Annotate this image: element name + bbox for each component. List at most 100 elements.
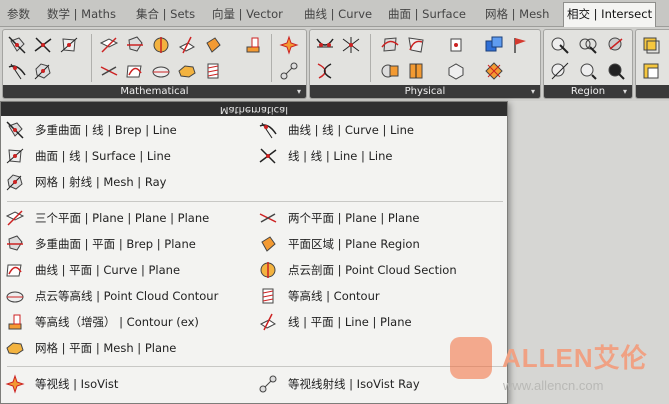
menu-item-label: 曲线 | 平面 | Curve | Plane [35,263,181,277]
plane-region-icon [261,236,276,252]
curve-curve-icon[interactable] [315,35,335,55]
curve-plane-icon[interactable] [125,61,145,81]
menu-item-mesh-plane[interactable]: 网格 | 平面 | Mesh | Plane [5,338,176,358]
point-cloud-contour-icon[interactable] [151,61,171,81]
region-split-icon[interactable] [550,61,570,81]
line-line-icon [259,148,277,164]
brep-curve-solid-icon[interactable] [446,35,466,55]
tab-surface[interactable]: 曲面 | Surface [385,3,469,25]
plane-plane-plane-icon [5,210,25,226]
tab-maths[interactable]: 数学 | Maths [44,3,119,25]
menu-item-isovist-ray[interactable]: 等视线射线 | IsoVist Ray [258,374,420,394]
menu-item-label: 曲面 | 线 | Surface | Line [35,149,171,163]
watermark-brand: ALLEN艾伦 [502,343,648,373]
menu-item-point-cloud-contour[interactable]: 点云等高线 | Point Cloud Contour [5,286,218,306]
tab-sets[interactable]: 集合 | Sets [133,3,198,25]
component-ribbon: Mathematical ▾ Physical ▾ Region ▾ [0,27,669,101]
plane-plane-icon [259,213,277,223]
region-difference-icon[interactable] [606,35,626,55]
surface-split-icon[interactable] [406,61,426,81]
brep-curve-icon[interactable] [380,35,400,55]
menu-item-label: 多重曲面 | 平面 | Brep | Plane [35,237,196,251]
menu-item-surface-line[interactable]: 曲面 | 线 | Surface | Line [5,146,171,166]
brep-plane-icon[interactable] [125,35,145,55]
isovist-icon[interactable] [279,35,299,55]
mesh-plane-icon [6,342,24,355]
ribbon-group-mathematical: Mathematical ▾ [2,29,307,99]
point-cloud-section-icon[interactable] [151,35,171,55]
menu-item-isovist[interactable]: 等视线 | IsoVist [5,374,118,394]
curve-line-icon [259,122,277,139]
multiple-curves-icon[interactable] [341,35,361,55]
menu-item-line-plane[interactable]: 线 | 平面 | Line | Plane [258,312,412,332]
isovist-ray-icon[interactable] [279,61,299,81]
box-slits-icon[interactable] [641,61,661,81]
menu-item-contour[interactable]: 等高线 | Contour [258,286,380,306]
menu-item-label: 等高线 | Contour [288,289,380,303]
curve-plane-icon [6,264,22,277]
menu-item-plane-plane[interactable]: 两个平面 | Plane | Plane [258,208,419,228]
contour-ex-icon [8,314,22,330]
menu-item-brep-plane[interactable]: 多重曲面 | 平面 | Brep | Plane [5,234,196,254]
contour-icon[interactable] [203,61,223,81]
plane-plane-plane-icon[interactable] [99,35,119,55]
isovist-ray-icon [259,375,277,393]
ribbon-group-label[interactable]: Region ▾ [544,85,632,98]
tab-vector[interactable]: 向量 | Vector [209,3,286,25]
plane-region-icon[interactable] [203,35,223,55]
surface-curve-icon[interactable] [406,35,426,55]
region-trim-icon[interactable] [606,61,626,81]
menu-item-curve-line[interactable]: 曲线 | 线 | Curve | Line [258,120,414,140]
ribbon-group-shape [635,29,669,99]
ribbon-separator [370,34,371,82]
component-tab-bar: 参数 数学 | Maths 集合 | Sets 向量 | Vector 曲线 |… [0,0,669,27]
menu-item-label: 网格 | 平面 | Mesh | Plane [35,341,177,355]
mesh-split-icon[interactable] [484,61,504,81]
surface-line-icon[interactable] [59,35,79,55]
menu-item-line-line[interactable]: 线 | 线 | Line | Line [258,146,393,166]
region-slits-icon[interactable] [578,61,598,81]
ribbon-group-label[interactable]: Physical ▾ [310,85,540,98]
mesh-mesh-icon[interactable] [484,35,504,55]
menu-divider [7,366,503,367]
tab-mesh[interactable]: 网格 | Mesh [482,3,552,25]
contour-ex-icon[interactable] [243,35,263,55]
plane-plane-icon[interactable] [99,61,119,81]
mesh-plane-icon[interactable] [177,61,197,81]
region-union-icon[interactable] [550,35,570,55]
line-line-icon[interactable] [33,35,53,55]
watermark-url: www.allencn.com [503,378,604,393]
menu-item-label: 等高线（增强） | Contour (ex) [35,315,199,329]
menu-item-curve-plane[interactable]: 曲线 | 平面 | Curve | Plane [5,260,180,280]
menu-item-point-cloud-section[interactable]: 点云剖面 | Point Cloud Section [258,260,457,280]
line-plane-icon[interactable] [177,35,197,55]
menu-item-label: 多重曲面 | 线 | Brep | Line [35,123,177,137]
menu-item-plane-region[interactable]: 平面区域 | Plane Region [258,234,420,254]
menu-item-mesh-ray[interactable]: 网格 | 射线 | Mesh | Ray [5,172,166,192]
menu-item-brep-line[interactable]: 多重曲面 | 线 | Brep | Line [5,120,177,140]
mesh-curve-icon[interactable] [446,61,466,81]
region-intersection-icon[interactable] [578,35,598,55]
brep-brep-icon[interactable] [380,61,400,81]
menu-item-contour-ex[interactable]: 等高线（增强） | Contour (ex) [5,312,199,332]
brep-line-icon [6,121,24,139]
bounding-box-icon[interactable] [641,35,661,55]
ribbon-group-label[interactable]: Mathematical ▾ [3,85,306,98]
menu-item-label: 网格 | 射线 | Mesh | Ray [35,175,167,189]
tab-curve[interactable]: 曲线 | Curve [301,3,375,25]
point-cloud-contour-icon [6,291,24,303]
tab-intersect[interactable]: 相交 | Intersect [563,2,657,27]
menu-item-label: 等视线射线 | IsoVist Ray [288,377,420,391]
ribbon-group-label[interactable] [636,85,669,98]
curve-line-icon[interactable] [7,61,27,81]
ribbon-group-region: Region ▾ [543,29,633,99]
menu-item-label: 点云剖面 | Point Cloud Section [288,263,457,277]
mesh-ray-icon[interactable] [33,61,53,81]
menu-item-label: 曲线 | 线 | Curve | Line [288,123,414,137]
flag-icon[interactable] [510,35,530,55]
tab-params[interactable]: 参数 [4,3,33,25]
brep-line-icon[interactable] [7,35,27,55]
curve-self-icon[interactable] [315,61,335,81]
mesh-ray-icon [6,174,23,191]
menu-item-plane-plane-plane[interactable]: 三个平面 | Plane | Plane | Plane [5,208,209,228]
